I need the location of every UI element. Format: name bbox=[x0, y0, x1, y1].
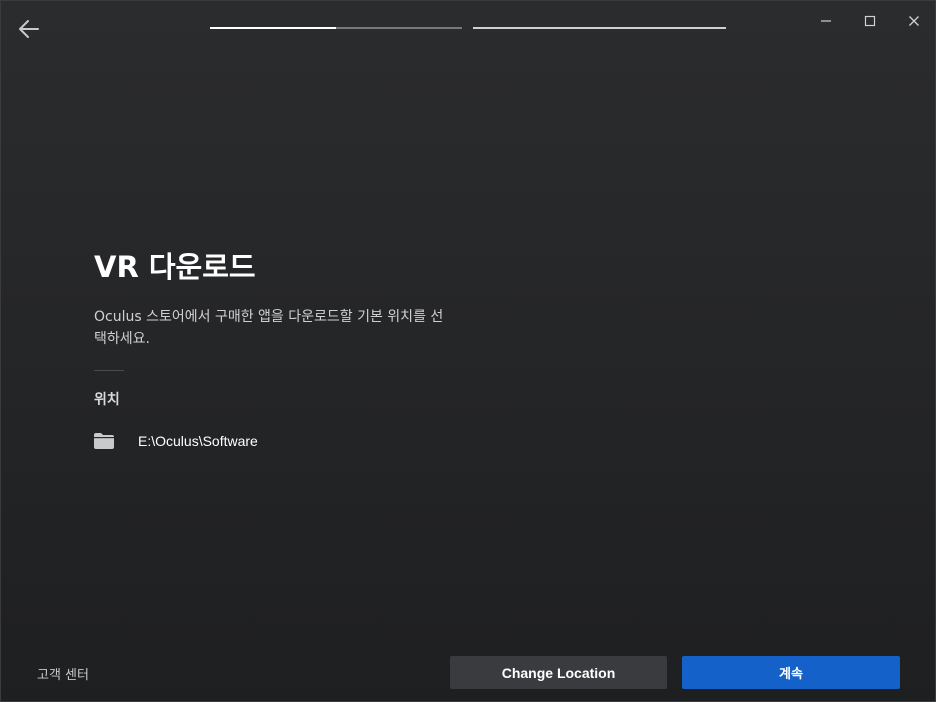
divider bbox=[94, 370, 124, 371]
progress-step-1-fill bbox=[210, 27, 336, 29]
maximize-icon bbox=[864, 15, 876, 27]
arrow-left-icon bbox=[19, 20, 39, 38]
page-description: Oculus 스토어에서 구매한 앱을 다운로드할 기본 위치를 선택하세요. bbox=[94, 309, 444, 347]
close-button[interactable] bbox=[892, 0, 936, 42]
support-link[interactable]: 고객 센터 bbox=[37, 664, 89, 683]
continue-button[interactable]: 계속 bbox=[682, 656, 900, 689]
location-path: E:\Oculus\Software bbox=[138, 433, 258, 449]
page-title: VR 다운로드 bbox=[94, 250, 256, 284]
back-button[interactable] bbox=[14, 14, 44, 44]
window-controls bbox=[804, 0, 936, 42]
progress-step-1 bbox=[210, 27, 462, 29]
folder-icon bbox=[94, 433, 114, 449]
minimize-icon bbox=[821, 20, 831, 22]
location-section-label: 위치 bbox=[94, 392, 120, 408]
location-row: E:\Oculus\Software bbox=[94, 433, 454, 449]
change-location-button[interactable]: Change Location bbox=[450, 656, 667, 689]
minimize-button[interactable] bbox=[804, 0, 848, 42]
maximize-button[interactable] bbox=[848, 0, 892, 42]
main-content: VR 다운로드 Oculus 스토어에서 구매한 앱을 다운로드할 기본 위치를… bbox=[94, 250, 454, 449]
close-icon bbox=[909, 16, 919, 26]
progress-step-2 bbox=[473, 27, 726, 29]
